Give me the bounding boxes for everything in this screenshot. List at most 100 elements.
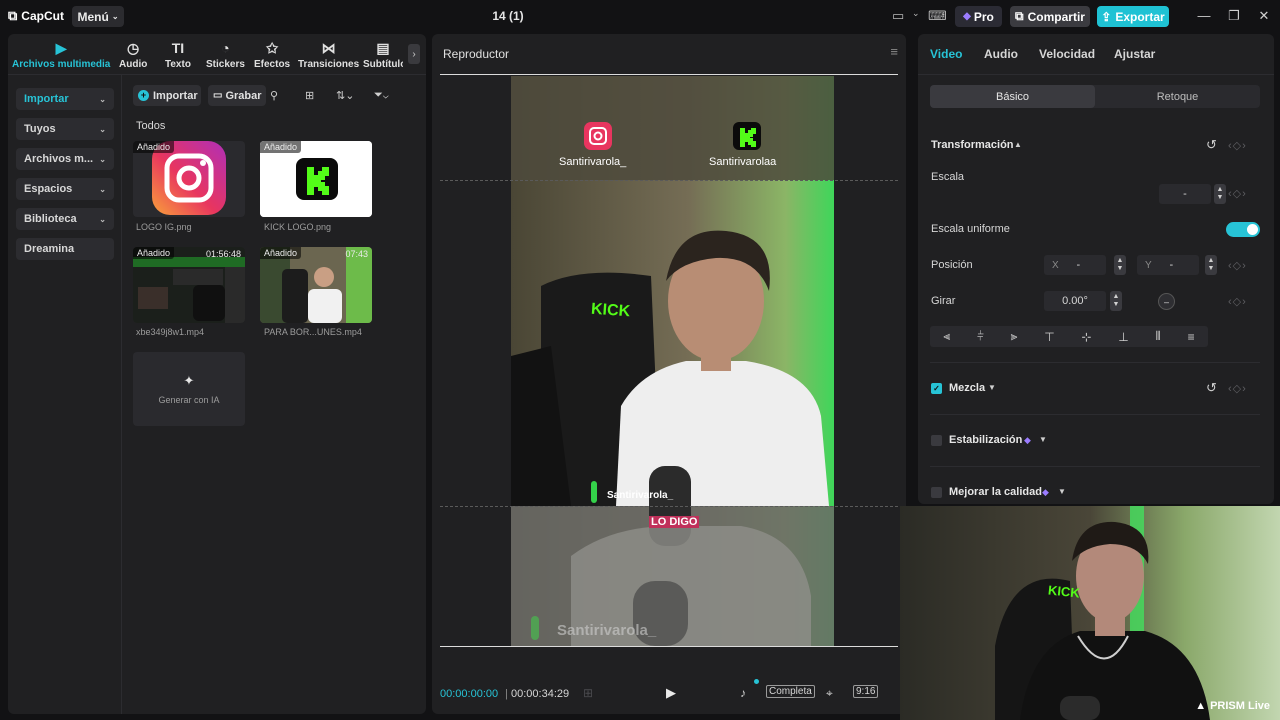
media-item-video-2[interactable]: Añadido 07:43 — [260, 247, 372, 323]
play-button[interactable]: ▶ — [666, 685, 682, 701]
keyframe-icon[interactable]: ‹◇› — [1228, 382, 1247, 395]
chevron-down-icon[interactable]: ▼ — [988, 383, 996, 392]
keyframe-icon[interactable]: ‹◇› — [1228, 187, 1247, 200]
import-label: Importar — [153, 89, 198, 102]
tab-video[interactable]: Video — [930, 47, 962, 61]
export-button[interactable]: ⇪ Exportar — [1097, 6, 1169, 27]
uniform-scale-toggle[interactable] — [1226, 222, 1260, 237]
keyframe-icon[interactable]: ‹◇› — [1228, 259, 1247, 272]
tab-label: Archivos multimedia — [12, 59, 111, 70]
chevron-down-icon[interactable]: ▼ — [1039, 435, 1047, 444]
divider — [121, 75, 122, 714]
tiktok-icon[interactable]: ♪ — [740, 686, 746, 700]
close-icon[interactable]: ✕ — [1256, 8, 1272, 24]
generate-ai-button[interactable]: ✦ Generar con IA — [133, 352, 245, 426]
menu-button[interactable]: Menú ⌄ — [72, 6, 124, 27]
sidebar-item-import[interactable]: Importar ⌄ — [16, 88, 114, 110]
tab-adjust[interactable]: Ajustar — [1114, 47, 1155, 61]
chevron-down-icon[interactable]: ▼ — [1058, 487, 1066, 496]
share-button[interactable]: ⧉ Compartir — [1010, 6, 1090, 27]
scale-field[interactable]: - — [1159, 184, 1211, 204]
keyframe-icon[interactable]: ‹◇› — [1228, 139, 1247, 152]
hamburger-menu-icon[interactable]: ≡ — [890, 44, 898, 59]
media-item-ig-logo[interactable]: Añadido — [133, 141, 245, 217]
transform-section-title[interactable]: Transformación — [931, 139, 1014, 151]
tab-speed[interactable]: Velocidad — [1039, 47, 1095, 61]
align-top-icon[interactable]: ⊤ — [1044, 330, 1054, 344]
total-timecode: 00:00:34:29 — [511, 688, 570, 700]
subtab-basic[interactable]: Básico — [930, 85, 1095, 108]
tab-media[interactable]: ▶ Archivos multimedia — [12, 40, 110, 70]
position-x-stepper[interactable]: ▲ ▼ — [1114, 255, 1126, 275]
search-icon[interactable]: ⚲ — [270, 89, 278, 102]
blend-label[interactable]: Mezcla — [949, 382, 985, 394]
position-x-field[interactable]: X - — [1044, 255, 1106, 275]
media-item-name: xbe349j8w1.mp4 — [136, 327, 205, 337]
stabilization-checkbox[interactable] — [931, 435, 942, 446]
blend-checkbox[interactable]: ✓ — [931, 383, 942, 394]
maximize-icon[interactable]: ❐ — [1226, 8, 1242, 24]
record-button[interactable]: ▭ Grabar — [208, 85, 266, 106]
sort-icon[interactable]: ⇅⌄ — [336, 89, 354, 102]
sidebar-item-files[interactable]: Archivos m... ⌄ — [16, 148, 114, 170]
sidebar-item-yours[interactable]: Tuyos ⌄ — [16, 118, 114, 140]
aspect-ratio-button[interactable]: 9:16 — [853, 685, 879, 698]
align-center-v-icon[interactable]: ⊹ — [1081, 330, 1091, 344]
tab-audio[interactable]: ◷ Audio — [119, 40, 147, 70]
chevron-up-icon: ▲ — [1216, 186, 1224, 193]
align-left-icon[interactable]: ⫷ — [943, 329, 950, 344]
media-item-video-1[interactable]: Añadido 01:56:48 — [133, 247, 245, 323]
stabilization-label[interactable]: Estabilización — [949, 434, 1022, 446]
tab-effects[interactable]: ✩ Efectos — [254, 40, 290, 70]
align-bottom-icon[interactable]: ⊥ — [1118, 330, 1128, 344]
media-item-kick-logo[interactable]: Añadido — [260, 141, 372, 217]
subtab-retouch[interactable]: Retoque — [1095, 85, 1260, 108]
reset-icon[interactable]: ↺ — [1206, 380, 1217, 396]
position-y-field[interactable]: Y - — [1137, 255, 1199, 275]
properties-panel: Video Audio Velocidad Ajustar Básico Ret… — [918, 34, 1274, 504]
align-right-icon[interactable]: ⫸ — [1011, 329, 1018, 344]
tab-audio[interactable]: Audio — [984, 47, 1018, 61]
tab-transitions[interactable]: ⋈ Transiciones — [298, 40, 359, 70]
record-label: Grabar — [225, 89, 262, 102]
layout-chevron-icon[interactable]: ⌄ — [912, 8, 920, 19]
title-bar: ⧉ CapCut Menú ⌄ 14 (1) ▭ ⌄ ⌨ ◆ Pro ⧉ Com… — [0, 0, 1280, 32]
tab-label: Texto — [165, 59, 191, 70]
quality-label[interactable]: Mejorar la calidad — [949, 486, 1042, 498]
sidebar-item-spaces[interactable]: Espacios ⌄ — [16, 178, 114, 200]
grid-icon[interactable]: ⊞ — [583, 686, 593, 700]
quality-checkbox[interactable] — [931, 487, 942, 498]
chevron-up-icon[interactable]: ▲ — [1014, 140, 1022, 149]
keyframe-icon[interactable]: ‹◇› — [1228, 295, 1247, 308]
tab-text[interactable]: TI Texto — [165, 40, 191, 70]
minimize-icon[interactable]: — — [1196, 8, 1212, 23]
align-center-h-icon[interactable]: ⫩ — [977, 329, 984, 344]
sidebar-item-library[interactable]: Biblioteca ⌄ — [16, 208, 114, 230]
grid-view-icon[interactable]: ⊞ — [305, 89, 314, 102]
rotate-field[interactable]: 0.00° — [1044, 291, 1106, 311]
scale-stepper[interactable]: ▲ ▼ — [1214, 184, 1226, 204]
quality-button[interactable]: Completa — [766, 685, 815, 698]
tab-stickers[interactable]: ◔ Stickers — [206, 40, 245, 70]
screenshot-icon[interactable]: ⌖ — [826, 686, 833, 701]
distribute-h-icon[interactable]: ⦀ — [1156, 329, 1161, 344]
media-item-name: KICK LOGO.png — [264, 222, 332, 232]
video-preview[interactable]: Santirivarola_ Santirivarolaa KICK Santi… — [511, 76, 834, 646]
shortcuts-icon[interactable]: ⌨ — [928, 8, 947, 24]
added-badge: Añadido — [260, 247, 302, 259]
distribute-v-icon[interactable]: ≡ — [1188, 330, 1195, 344]
layout-icon[interactable]: ▭ — [892, 8, 904, 24]
rotate-dial[interactable]: – — [1158, 293, 1175, 310]
filter-icon[interactable]: ⏷⌄ — [374, 89, 389, 102]
pro-button[interactable]: ◆ Pro — [955, 6, 1002, 27]
sidebar-item-dreamina[interactable]: Dreamina — [16, 238, 114, 260]
reset-icon[interactable]: ↺ — [1206, 137, 1217, 153]
tab-subtitles[interactable]: ▤ Subtítulos — [363, 40, 403, 70]
import-button[interactable]: + Importar — [133, 85, 201, 106]
scale-label: Escala — [931, 171, 965, 183]
position-y-stepper[interactable]: ▲ ▼ — [1205, 255, 1217, 275]
chevron-right-icon[interactable]: › — [408, 44, 420, 64]
rotate-stepper[interactable]: ▲ ▼ — [1110, 291, 1122, 311]
timecode-separator: | — [505, 688, 508, 700]
subtab-bar: Básico Retoque — [930, 85, 1260, 108]
